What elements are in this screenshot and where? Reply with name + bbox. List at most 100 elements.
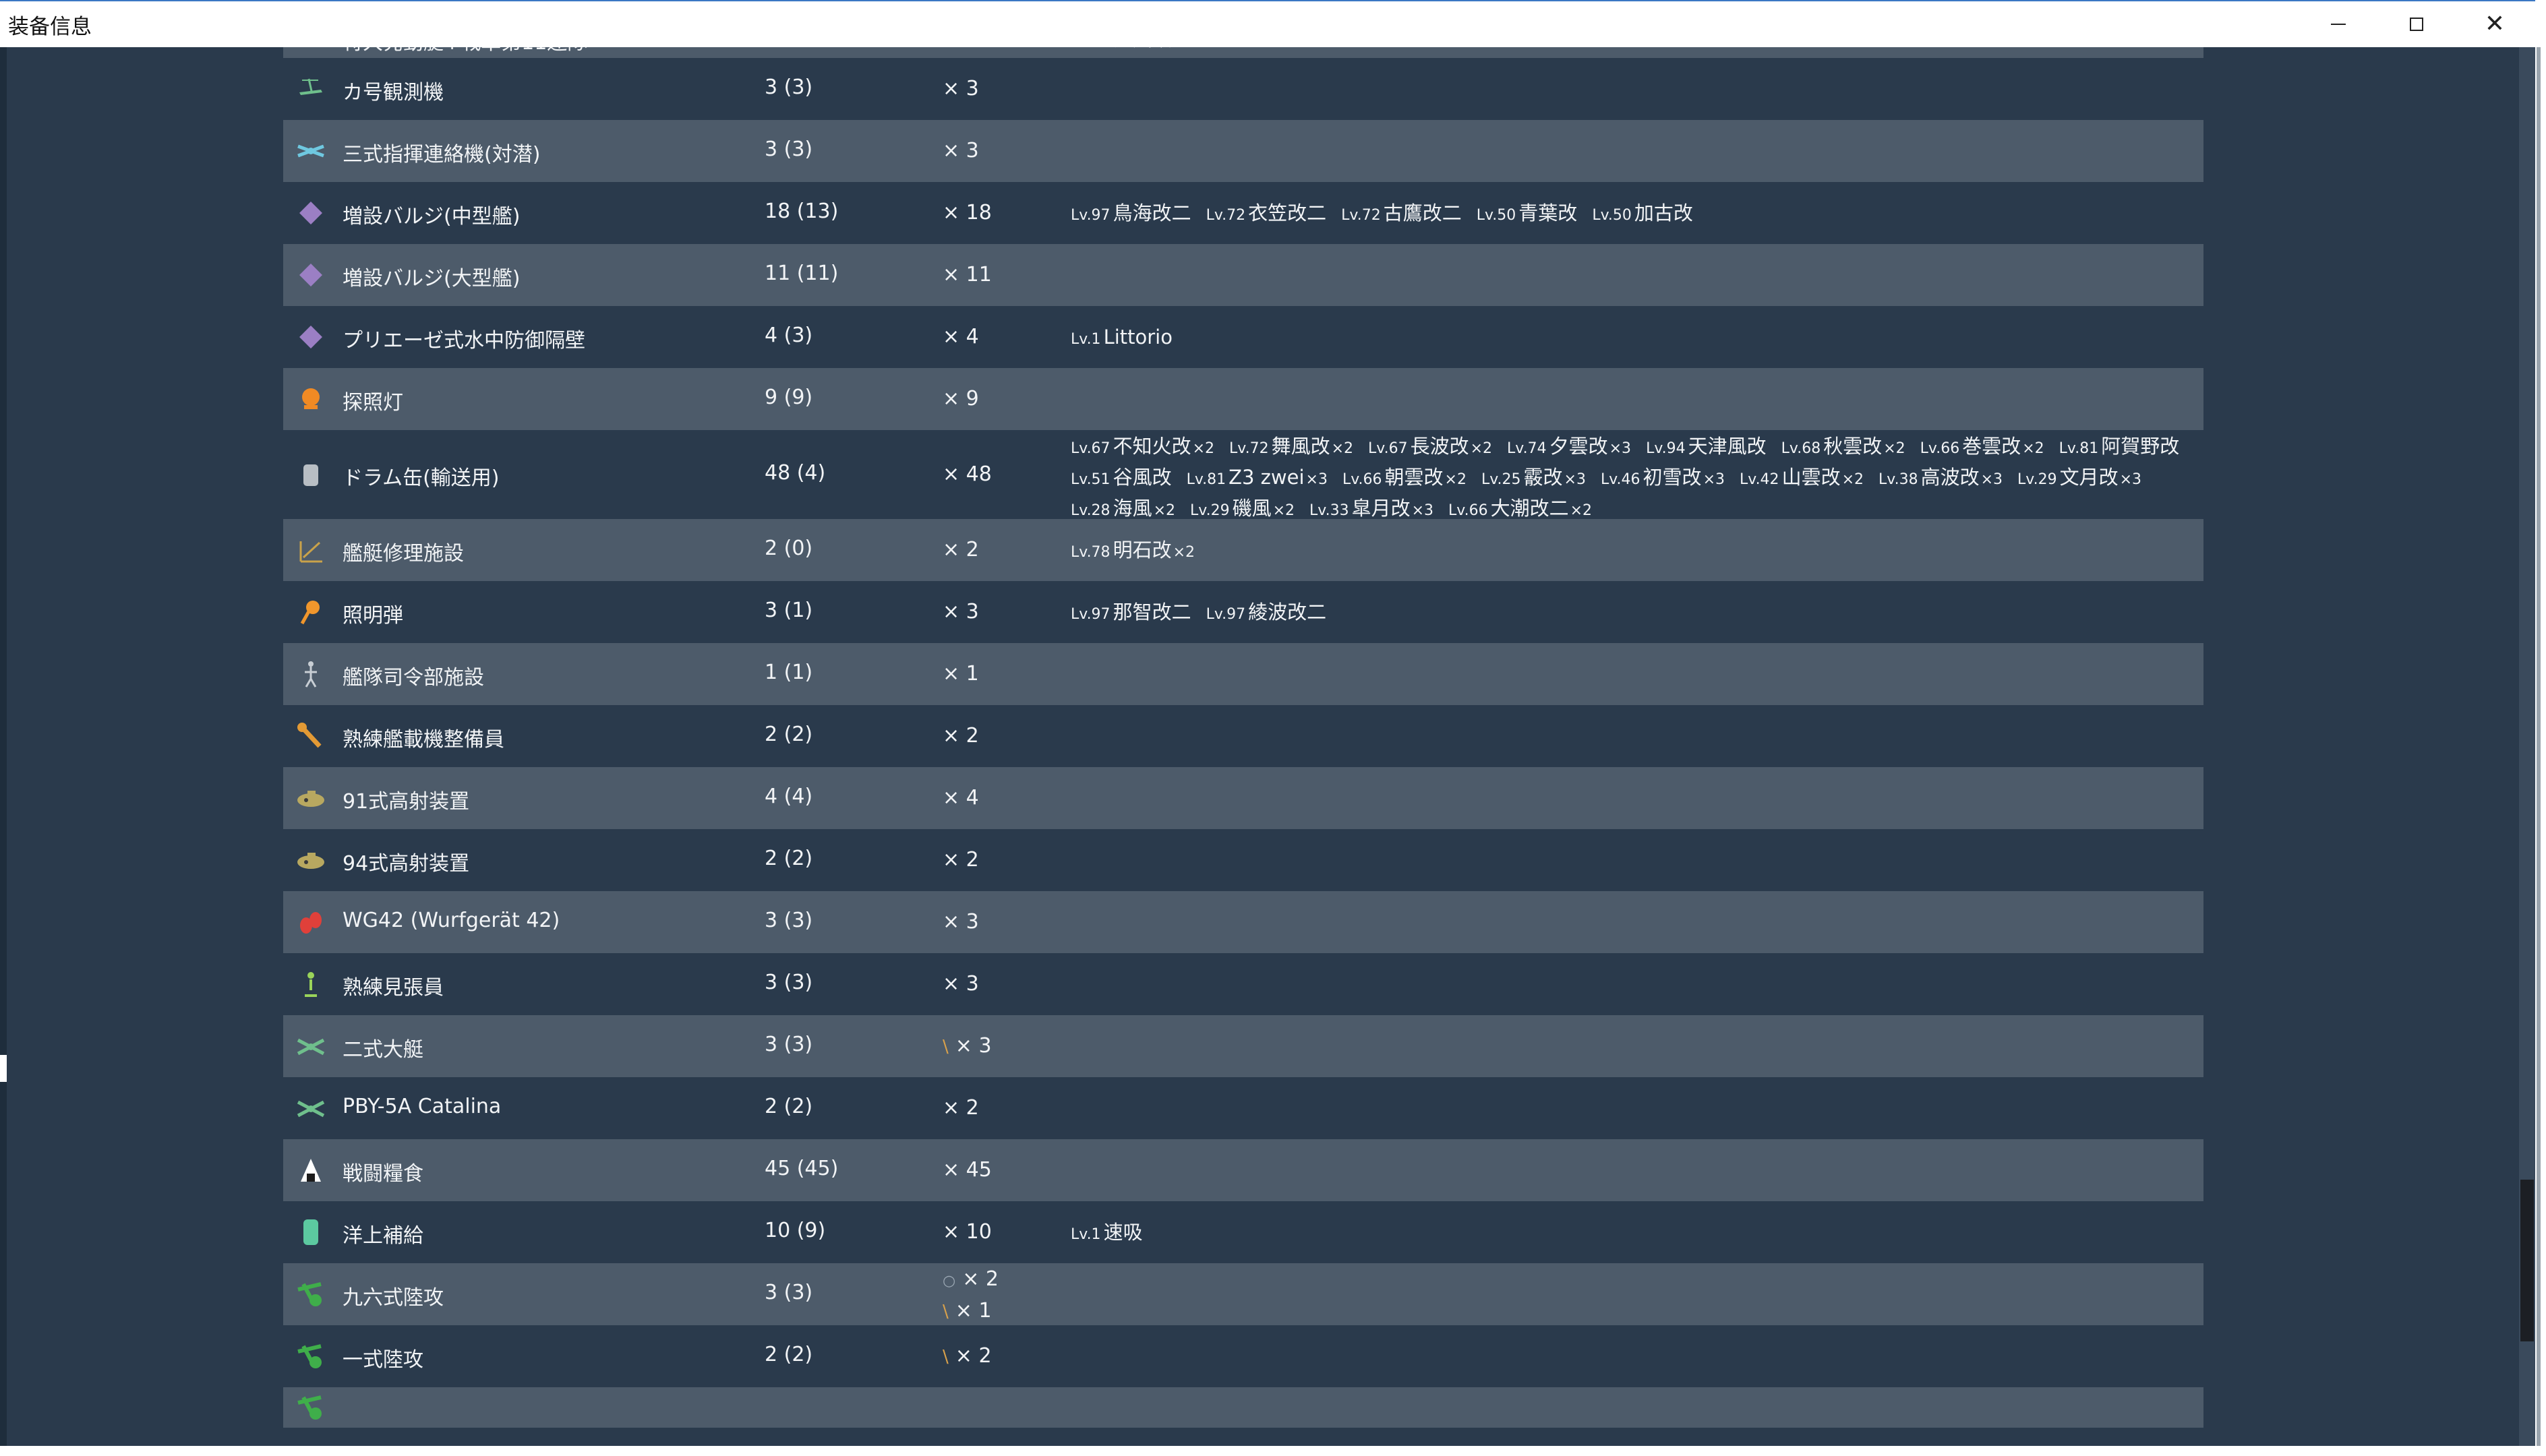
equipped-ships: Lv.1 Littorio	[1071, 323, 2197, 354]
equipment-name: 94式高射装置	[343, 852, 470, 876]
table-row[interactable]: 三式指揮連絡機(対潜) 3 (3) × 3	[283, 120, 2203, 182]
table-row[interactable]: 特大発動艇+戦車第11連隊 1 (0) × 1 Lv.80江風改二	[283, 47, 2203, 58]
table-row[interactable]: プリエーゼ式水中防御隔壁 4 (3) × 4 Lv.1 Littorio	[283, 306, 2203, 368]
equipment-name: 二式大艇	[343, 1038, 423, 1062]
ship-level: Lv.97	[1071, 606, 1111, 623]
table-row[interactable]: 増設バルジ(大型艦) 11 (11) × 11	[283, 244, 2203, 306]
ship-entry: Lv.68 秋雲改×2	[1781, 432, 1905, 463]
proficiency-bar-icon: \	[943, 1347, 949, 1367]
aa-director-icon	[294, 843, 328, 877]
ship-name: 古鷹改二	[1383, 202, 1462, 224]
ship-name: Z3 zwei	[1228, 466, 1305, 489]
improvement-count: × 48	[943, 460, 992, 489]
ship-entry: Lv.42 山雲改×2	[1740, 463, 1864, 494]
close-button[interactable]: ✕	[2456, 1, 2534, 47]
equipment-count: 3 (3)	[765, 971, 813, 994]
table-row[interactable]: 戦闘糧食 45 (45) × 45	[283, 1139, 2203, 1201]
minimize-button[interactable]	[2299, 1, 2377, 47]
ship-name: 不知火改	[1113, 435, 1191, 458]
equipped-ships: Lv.97 鳥海改二 Lv.72 衣笠改二 Lv.72 古鷹改二 Lv.50 青葉改 Lv.50…	[1071, 199, 2197, 230]
equipment-name: 照明弾	[343, 604, 403, 628]
ship-name: 那智改二	[1113, 601, 1191, 624]
ship-level: Lv.81	[2059, 440, 2099, 457]
table-row[interactable]: 探照灯 9 (9) × 9	[283, 368, 2203, 430]
equipment-name: 熟練見張員	[343, 976, 444, 1000]
ship-entry: Lv.1 Littorio	[1071, 323, 1173, 354]
equipment-name: 洋上補給	[343, 1224, 423, 1248]
table-row[interactable]: 94式高射装置 2 (2) × 2	[283, 829, 2203, 891]
ship-entry: Lv.66 巻雲改×2	[1920, 432, 2044, 463]
ship-entry: Lv.80江風改二	[1071, 47, 1191, 56]
scrollbar-thumb[interactable]	[2520, 1180, 2534, 1341]
table-row[interactable]: 洋上補給 10 (9) × 10 Lv.1 速吸	[283, 1201, 2203, 1263]
improvement-count: × 2	[943, 1093, 979, 1123]
ship-level: Lv.50	[1476, 207, 1516, 224]
ship-entry: Lv.78 明石改×2	[1071, 536, 1195, 567]
improvement-count-text: × 2	[943, 724, 979, 748]
table-row[interactable]: 九六式陸攻 3 (3) ○ × 2 \ × 1	[283, 1263, 2203, 1325]
table-row[interactable]: 91式高射装置 4 (4) × 4	[283, 767, 2203, 829]
no-proficiency-icon: ○	[943, 1273, 956, 1290]
ship-name: 阿賀野改	[2101, 435, 2180, 458]
equipment-name: 一式陸攻	[343, 1348, 423, 1372]
equipped-ships: Lv.80江風改二	[1071, 47, 2197, 56]
table-row[interactable]: 二式大艇 3 (3) \ × 3	[283, 1015, 2203, 1077]
equipment-count: 4 (3)	[765, 324, 813, 347]
improvement-count: × 2	[943, 845, 979, 875]
searchlight-icon	[294, 382, 328, 416]
liaison-plane-icon	[294, 134, 328, 168]
equipment-name: 増設バルジ(中型艦)	[343, 205, 521, 229]
table-row[interactable]: 熟練見張員 3 (3) × 3	[283, 953, 2203, 1015]
improvement-count-text: × 4	[943, 325, 979, 348]
equipped-ships: Lv.1 速吸	[1071, 1218, 2197, 1249]
ship-level: Lv.78	[1071, 544, 1111, 561]
improvement-line: × 2	[943, 1093, 979, 1123]
improvement-count-text: × 1	[943, 662, 979, 686]
ration-icon	[294, 1153, 328, 1187]
ship-name: 夕雲改	[1549, 435, 1608, 458]
improvement-line: \ × 1	[943, 1296, 999, 1327]
table-row[interactable]: ドラム缶(輸送用) 48 (4) × 48 Lv.67 不知火改×2 Lv.72 舞風改×2…	[283, 430, 2203, 520]
star-shell-icon	[294, 595, 328, 629]
ship-equip-count: ×2	[1153, 502, 1176, 519]
equipment-count: 18 (13)	[765, 200, 839, 223]
equipment-name: 91式高射装置	[343, 790, 470, 814]
land-bomber-icon	[294, 1391, 328, 1424]
improvement-line: × 3	[943, 597, 979, 627]
improvement-count: × 3	[943, 969, 979, 999]
equipment-name: 艦艇修理施設	[343, 542, 464, 566]
bulge-icon	[294, 258, 328, 292]
table-row[interactable]: カ号観測機 3 (3) × 3	[283, 58, 2203, 120]
ship-level: Lv.33	[1309, 502, 1349, 519]
improvement-line: × 3	[943, 969, 979, 999]
ship-name: 大潮改二	[1490, 497, 1569, 520]
land-bomber-icon	[294, 1277, 328, 1311]
ship-entry: Lv.50 青葉改	[1477, 199, 1578, 230]
ship-level: Lv.74	[1507, 440, 1547, 457]
maximize-button[interactable]	[2377, 1, 2456, 47]
title-bar: 装备信息 ✕	[0, 0, 2546, 47]
equipment-name: 熟練艦載機整備員	[343, 728, 504, 752]
table-row[interactable]: 熟練艦載機整備員 2 (2) × 2	[283, 705, 2203, 767]
table-row[interactable]: 増設バルジ(中型艦) 18 (13) × 18 Lv.97 鳥海改二 Lv.72 衣笠改二 L…	[283, 182, 2203, 244]
improvement-line: × 1	[943, 659, 979, 689]
table-row[interactable]: WG42 (Wurfgerät 42) 3 (3) × 3	[283, 891, 2203, 953]
ship-entry: Lv.50 加古改	[1592, 199, 1693, 230]
improvement-line: × 10	[943, 1217, 992, 1247]
equipment-count: 3 (3)	[765, 909, 813, 932]
table-row[interactable]: 一式陸攻 2 (2) \ × 2	[283, 1325, 2203, 1387]
table-row[interactable]	[283, 1387, 2203, 1428]
equipment-name: カ号観測機	[343, 81, 444, 104]
ship-equip-count: ×2	[1570, 502, 1593, 519]
table-row[interactable]: 艦隊司令部施設 1 (1) × 1	[283, 643, 2203, 705]
improvement-line: × 11	[943, 260, 992, 290]
improvement-line: × 2	[943, 535, 979, 565]
ship-equip-count: ×2	[1470, 440, 1493, 457]
table-row[interactable]: 艦艇修理施設 2 (0) × 2 Lv.78 明石改×2	[283, 519, 2203, 581]
table-row[interactable]: PBY-5A Catalina 2 (2) × 2	[283, 1077, 2203, 1139]
improvement-count: × 4	[943, 322, 979, 352]
table-row[interactable]: 照明弾 3 (1) × 3 Lv.97 那智改二 Lv.97 綾波改二	[283, 581, 2203, 643]
outer-scrollbar[interactable]	[2537, 47, 2541, 1446]
ship-name: 山雲改	[1781, 466, 1841, 489]
ship-level: Lv.67	[1368, 440, 1408, 457]
